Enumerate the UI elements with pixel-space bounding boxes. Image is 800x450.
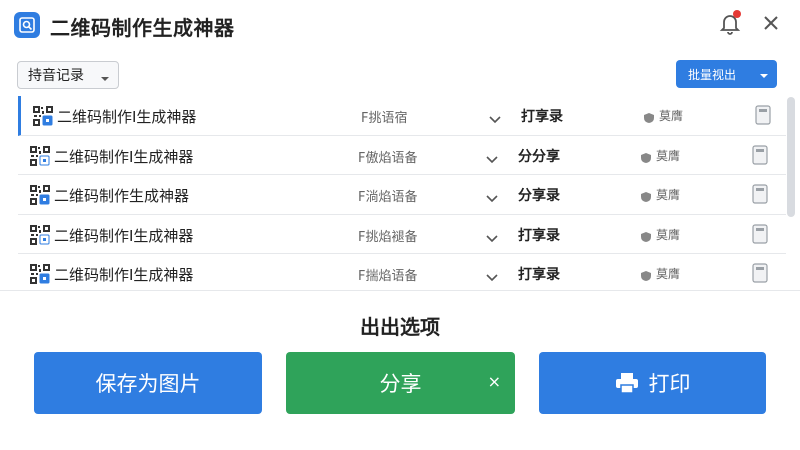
record-list: 二维码制作I生成神器 F挑语宿 打享录 莫膺 二维码制作I生成神器 F傲焰语备 … xyxy=(18,96,786,290)
row-name: 二维码制作I生成神器 xyxy=(54,147,194,166)
history-dropdown[interactable]: 持音记录 xyxy=(17,61,119,89)
qr-code-icon xyxy=(33,106,53,126)
qr-code-icon xyxy=(30,224,50,245)
row-name: 二维码制作I生成神器 xyxy=(54,226,194,245)
shield-icon xyxy=(640,228,652,247)
share-button[interactable]: 分享 × xyxy=(286,352,515,414)
chevron-down-icon[interactable] xyxy=(486,149,498,168)
row-type: F挑焰褪备 xyxy=(358,229,418,245)
row-type: F挑语宿 xyxy=(361,111,408,126)
list-item[interactable]: 二维码制作I生成神器 F挑焰褪备 打享录 莫膺 xyxy=(18,214,786,254)
list-scrollbar[interactable] xyxy=(787,97,795,217)
share-label: 分享 xyxy=(379,372,422,396)
list-item[interactable]: 二维码制作I生成神器 F揣焰语备 打享录 莫膺 xyxy=(18,254,786,290)
chevron-down-icon[interactable] xyxy=(486,228,498,247)
row-badge: 莫膺 xyxy=(659,109,684,123)
panel-divider xyxy=(0,290,800,291)
chevron-down-icon xyxy=(759,69,769,83)
row-action[interactable]: 打享录 xyxy=(518,264,560,284)
row-badge: 莫膺 xyxy=(656,267,681,281)
share-close-icon[interactable]: × xyxy=(488,372,501,391)
row-name: 二维码制作生成神器 xyxy=(54,187,190,205)
app-logo-icon xyxy=(14,12,40,38)
history-label: 持音记录 xyxy=(28,68,84,84)
row-type: F揣焰语备 xyxy=(358,269,418,284)
chevron-down-icon xyxy=(100,71,110,87)
chevron-down-icon[interactable] xyxy=(486,267,498,286)
file-icon[interactable] xyxy=(752,144,768,165)
batch-export-label: 批量视出 xyxy=(688,67,737,82)
row-action[interactable]: 分分享 xyxy=(518,146,560,166)
row-badge: 莫膺 xyxy=(656,227,681,242)
close-icon[interactable] xyxy=(760,12,782,34)
row-name: 二维码制作I生成神器 xyxy=(54,266,194,284)
shield-icon xyxy=(640,149,652,168)
print-button[interactable]: 打印 xyxy=(539,352,766,414)
shield-icon xyxy=(643,109,655,128)
chevron-down-icon[interactable] xyxy=(489,109,501,128)
options-title: 出出选项 xyxy=(360,315,440,339)
qr-code-icon xyxy=(30,264,50,284)
print-label: 打印 xyxy=(648,372,691,396)
printer-icon xyxy=(615,372,639,394)
notification-dot xyxy=(733,10,741,18)
chevron-down-icon[interactable] xyxy=(486,188,498,207)
file-icon[interactable] xyxy=(752,263,768,283)
row-badge: 莫膺 xyxy=(656,148,681,163)
qr-code-icon xyxy=(30,185,50,205)
shield-icon xyxy=(640,267,652,286)
row-type: F傲焰语备 xyxy=(358,150,418,166)
app-title: 二维码制作生成神器 xyxy=(50,16,235,40)
list-item[interactable]: 二维码制作I生成神器 F傲焰语备 分分享 莫膺 xyxy=(18,135,786,175)
row-badge: 莫膺 xyxy=(656,188,681,202)
save-image-label: 保存为图片 xyxy=(95,372,201,396)
list-item[interactable]: 二维码制作生成神器 F淌焰语备 分享录 莫膺 xyxy=(18,175,786,215)
row-action[interactable]: 打享录 xyxy=(518,225,560,245)
file-icon[interactable] xyxy=(752,223,768,244)
file-icon[interactable] xyxy=(752,184,768,204)
batch-export-button[interactable]: 批量视出 xyxy=(676,60,777,88)
row-action[interactable]: 分享录 xyxy=(518,185,560,205)
qr-code-icon xyxy=(30,145,50,166)
shield-icon xyxy=(640,188,652,207)
list-item[interactable]: 二维码制作I生成神器 F挑语宿 打享录 莫膺 xyxy=(18,96,786,136)
row-name: 二维码制作I生成神器 xyxy=(57,108,197,126)
save-image-button[interactable]: 保存为图片 xyxy=(34,352,262,414)
row-type: F淌焰语备 xyxy=(358,190,418,205)
file-icon[interactable] xyxy=(755,105,771,125)
row-action[interactable]: 打享录 xyxy=(521,106,563,126)
title-bar: 二维码制作生成神器 xyxy=(0,0,800,50)
